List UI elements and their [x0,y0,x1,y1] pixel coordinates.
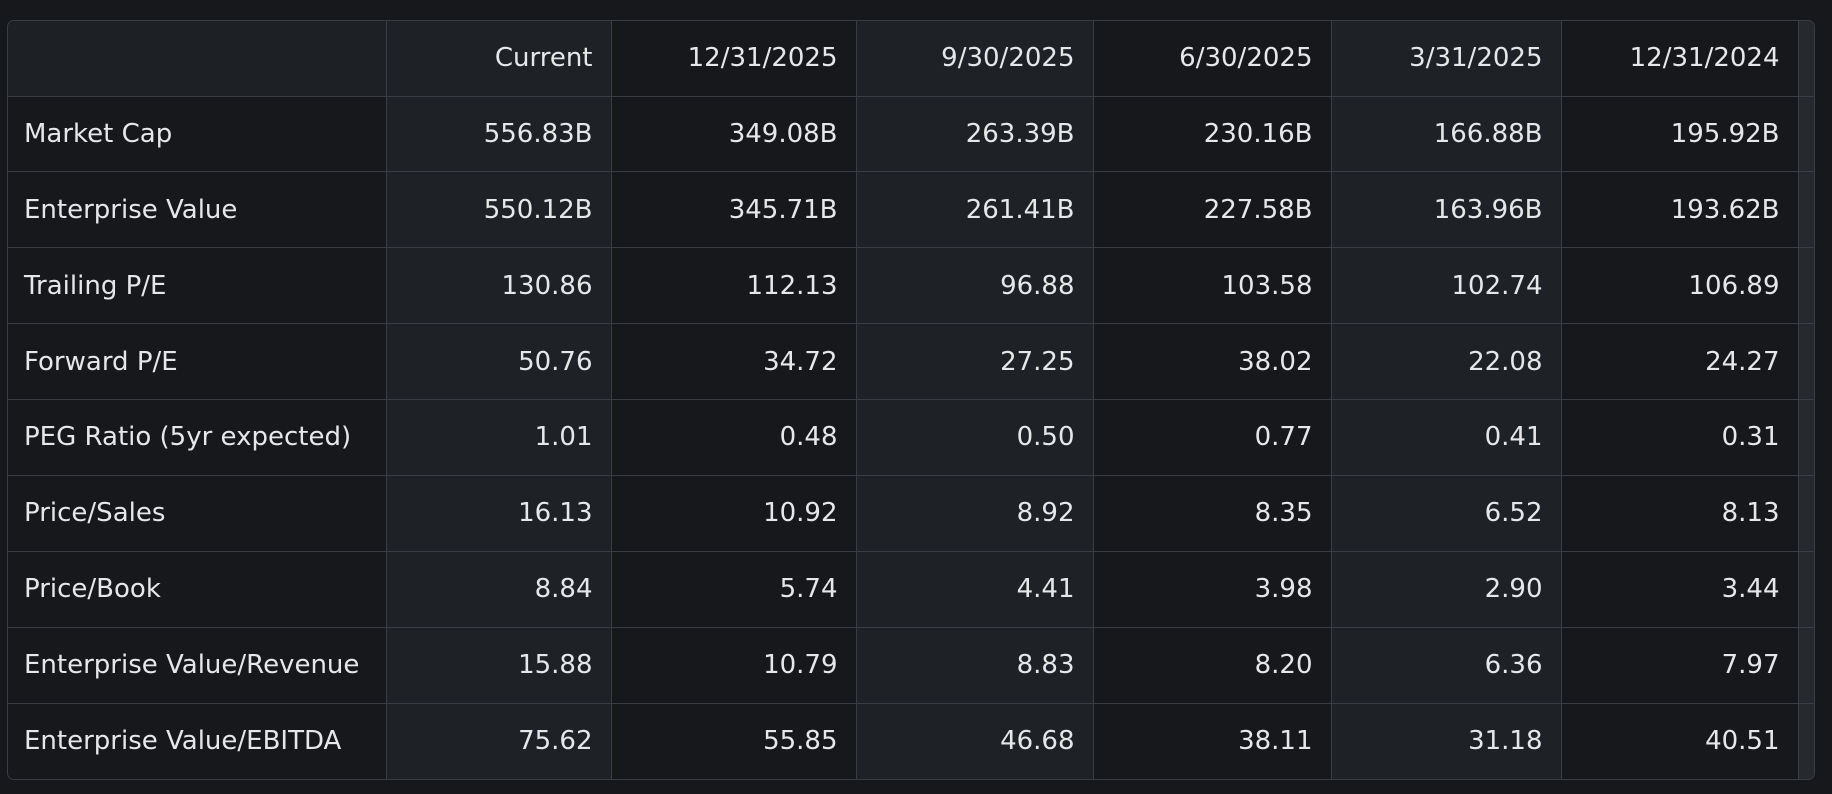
table-cell-value: 16.13 [386,475,612,552]
table-cell-value: 8.83 [856,627,1094,704]
table-row: Market Cap 556.83B 349.08B 263.39B 230.16B 16… [8,96,1814,173]
row-label: Trailing P/E [8,247,387,325]
table-cell-value: 106.89 [1561,247,1799,325]
scrollbar-track[interactable] [1798,247,1814,325]
table-cell-value: 227.58B [1093,171,1332,249]
table-cell-value: 10.79 [611,627,857,704]
table-cell-value: 6.36 [1331,627,1562,704]
scrollbar-track[interactable] [1798,171,1814,249]
table-cell-value: 230.16B [1093,96,1332,173]
table-cell-value: 96.88 [856,247,1094,325]
scrollbar-track[interactable] [1798,627,1814,704]
table-cell-value: 2.90 [1331,551,1562,628]
table-cell-value: 193.62B [1561,171,1799,249]
table-cell-value: 8.84 [386,551,612,628]
scrollbar-track[interactable] [1798,551,1814,628]
table-cell-value: 103.58 [1093,247,1332,325]
table-cell-value: 0.31 [1561,399,1799,476]
table-cell-value: 345.71B [611,171,857,249]
valuation-measures-table: Current 12/31/2025 9/30/2025 6/30/2025 3… [7,20,1815,780]
scrollbar-track[interactable] [1798,399,1814,476]
table-cell-value: 0.48 [611,399,857,476]
table-cell-value: 1.01 [386,399,612,476]
row-label: PEG Ratio (5yr expected) [8,399,387,476]
table-cell-value: 3.98 [1093,551,1332,628]
column-header: 3/31/2025 [1331,21,1562,97]
table-cell-value: 0.77 [1093,399,1332,476]
table-cell-value: 27.25 [856,323,1094,400]
table-cell-value: 38.11 [1093,703,1332,779]
table-cell-value: 31.18 [1331,703,1562,779]
table-cell-value: 55.85 [611,703,857,779]
column-header: Current [386,21,612,97]
scrollbar-track[interactable] [1798,475,1814,552]
table-cell-value: 0.41 [1331,399,1562,476]
table-row: Forward P/E 50.76 34.72 27.25 38.02 22.08 24.2… [8,323,1814,400]
table-cell-value: 6.52 [1331,475,1562,552]
scrollbar-track[interactable] [1798,323,1814,400]
table-cell-value: 163.96B [1331,171,1562,249]
valuation-table-grid: Current 12/31/2025 9/30/2025 6/30/2025 3… [8,21,1814,779]
table-cell-value: 166.88B [1331,96,1562,173]
table-cell-value: 3.44 [1561,551,1799,628]
table-cell-value: 40.51 [1561,703,1799,779]
table-cell-value: 8.92 [856,475,1094,552]
row-label: Price/Book [8,551,387,628]
table-cell-value: 130.86 [386,247,612,325]
table-cell-value: 7.97 [1561,627,1799,704]
table-row: Enterprise Value 550.12B 345.71B 261.41B 227… [8,171,1814,249]
table-cell-value: 38.02 [1093,323,1332,400]
table-cell-value: 261.41B [856,171,1094,249]
table-cell-value: 550.12B [386,171,612,249]
table-cell-value: 75.62 [386,703,612,779]
row-label: Price/Sales [8,475,387,552]
column-header: 12/31/2024 [1561,21,1799,97]
header-corner-cell [8,21,387,97]
table-row: PEG Ratio (5yr expected) 1.01 0.48 0.50 0.77… [8,399,1814,476]
scrollbar-track[interactable] [1798,703,1814,779]
table-cell-value: 0.50 [856,399,1094,476]
table-cell-value: 34.72 [611,323,857,400]
scrollbar-track[interactable] [1798,96,1814,173]
table-cell-value: 4.41 [856,551,1094,628]
scrollbar-track[interactable] [1798,21,1814,97]
table-cell-value: 556.83B [386,96,612,173]
table-cell-value: 24.27 [1561,323,1799,400]
row-label: Forward P/E [8,323,387,400]
table-row: Enterprise Value/Revenue 15.88 10.79 8.83 8.… [8,627,1814,704]
table-cell-value: 10.92 [611,475,857,552]
table-cell-value: 8.13 [1561,475,1799,552]
table-cell-value: 112.13 [611,247,857,325]
table-row: Enterprise Value/EBITDA 75.62 55.85 46.68 38… [8,703,1814,779]
column-header: 9/30/2025 [856,21,1094,97]
table-cell-value: 8.20 [1093,627,1332,704]
table-cell-value: 15.88 [386,627,612,704]
table-cell-value: 349.08B [611,96,857,173]
table-row: Trailing P/E 130.86 112.13 96.88 103.58 102.7… [8,247,1814,325]
row-label: Enterprise Value [8,171,387,249]
table-cell-value: 46.68 [856,703,1094,779]
row-label: Market Cap [8,96,387,173]
column-header: 6/30/2025 [1093,21,1332,97]
table-row: Price/Book 8.84 5.74 4.41 3.98 2.90 3.44 [8,551,1814,628]
table-cell-value: 22.08 [1331,323,1562,400]
column-header: 12/31/2025 [611,21,857,97]
row-label: Enterprise Value/EBITDA [8,703,387,779]
table-header-row: Current 12/31/2025 9/30/2025 6/30/2025 3… [8,21,1814,97]
table-row: Price/Sales 16.13 10.92 8.92 8.35 6.52 8.13 [8,475,1814,552]
table-cell-value: 50.76 [386,323,612,400]
row-label: Enterprise Value/Revenue [8,627,387,704]
table-cell-value: 8.35 [1093,475,1332,552]
table-cell-value: 263.39B [856,96,1094,173]
table-cell-value: 102.74 [1331,247,1562,325]
table-cell-value: 5.74 [611,551,857,628]
table-cell-value: 195.92B [1561,96,1799,173]
